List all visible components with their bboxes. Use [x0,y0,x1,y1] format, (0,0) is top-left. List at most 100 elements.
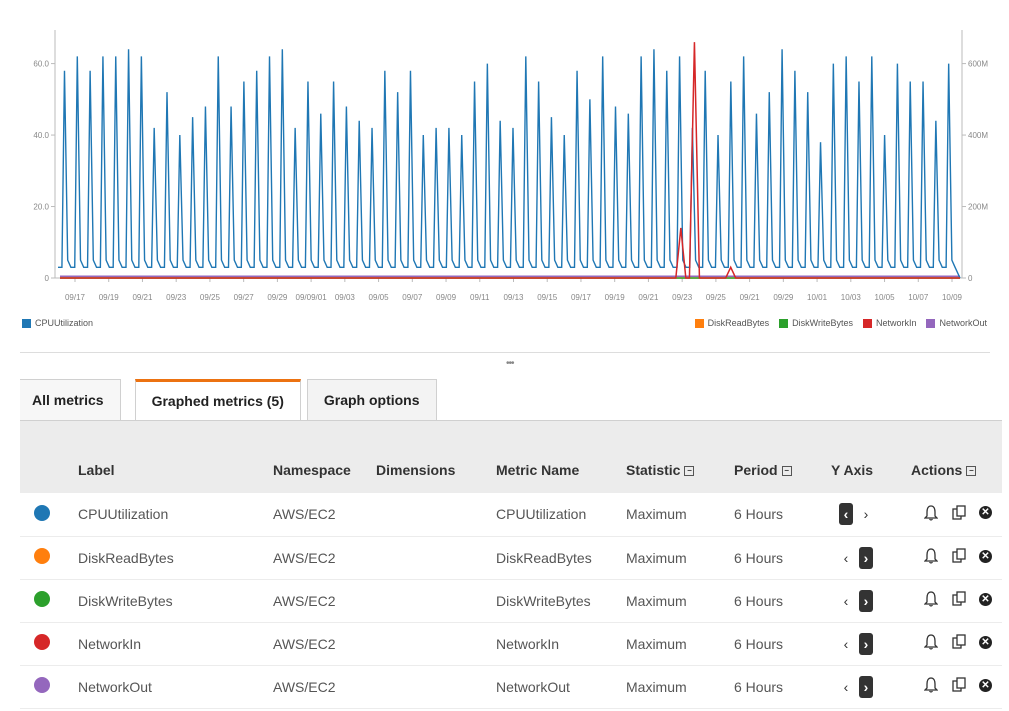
chevron-right-icon[interactable]: › [859,503,873,525]
row-actions: ✕ [911,536,1002,579]
x-tick-label: 09/09 [436,293,457,300]
row-statistic[interactable]: Maximum [626,665,734,708]
x-tick-label: 09/29 [773,293,794,300]
x-tick-label: 09/19 [605,293,626,300]
row-namespace: AWS/EC2 [273,506,336,523]
row-metric-name: CPUUtilization [496,506,587,523]
table-row: CPUUtilization AWS/EC2 CPUUtilization Ma… [20,493,1002,536]
legend-entry-networkout[interactable]: NetworkOut [926,318,987,328]
header-actions[interactable]: Actions − [911,421,1002,493]
row-label[interactable]: NetworkOut [78,665,273,708]
legend-entry-networkin[interactable]: NetworkIn [862,318,917,328]
row-statistic[interactable]: Maximum [626,536,734,579]
sort-dropdown-icon[interactable]: − [781,466,792,477]
panel-divider [20,352,990,353]
row-period[interactable]: 6 Hours [734,493,831,536]
graphed-metrics-table: Label Namespace Dimensions Metric Name S… [20,421,1002,709]
row-y-axis: ‹ › [831,622,911,665]
metrics-line-chart: 0 20.0 40.0 60.0 0 200M 400M 600M 09/17 09/19 09/2… [33,30,988,300]
y-left-tick-label: 40.0 [33,131,49,140]
x-tick-label: 09/17 [571,293,592,300]
chevron-right-icon[interactable]: › [859,675,873,698]
header-statistic[interactable]: Statistic − [626,421,734,493]
bell-icon[interactable] [923,591,939,607]
header-period[interactable]: Period − [734,421,831,493]
row-label[interactable]: DiskReadBytes [78,536,273,579]
chevron-right-icon[interactable]: › [859,546,873,569]
bell-icon[interactable] [923,677,939,693]
remove-icon[interactable]: ✕ [979,635,992,649]
legend-label-networkin: NetworkIn [875,318,917,328]
row-label[interactable]: DiskWriteBytes [78,579,273,622]
y-left-tick-label: 0 [45,274,50,283]
header-dimensions: Dimensions [376,462,456,478]
row-label[interactable]: NetworkIn [78,622,273,665]
row-dimensions [376,493,496,536]
table-row: DiskWriteBytes AWS/EC2 DiskWriteBytes Ma… [20,579,1002,622]
remove-icon[interactable]: ✕ [979,592,992,606]
remove-icon[interactable]: ✕ [979,549,992,563]
color-swatch-networkout[interactable] [34,677,50,693]
row-statistic[interactable]: Maximum [626,622,734,665]
chevron-left-icon[interactable]: ‹ [839,633,853,655]
x-tick-label: 09/25 [200,293,221,300]
bell-icon[interactable] [923,505,939,521]
bell-icon[interactable] [923,634,939,650]
row-period[interactable]: 6 Hours [734,665,831,708]
legend-label-cpuutilization[interactable]: CPUUtilization [35,318,93,328]
legend-entry-diskreadbytes[interactable]: DiskReadBytes [694,318,769,328]
resize-handle[interactable]: ••• [506,358,514,369]
x-tick-label: 09/15 [537,293,558,300]
row-statistic[interactable]: Maximum [626,493,734,536]
x-tick-label: 09/25 [706,293,727,300]
row-actions: ✕ [911,493,1002,536]
row-dimensions [376,536,496,579]
sort-dropdown-icon[interactable]: − [966,466,977,477]
copy-icon[interactable] [951,677,967,693]
copy-icon[interactable] [951,591,967,607]
table-row: NetworkOut AWS/EC2 NetworkOut Maximum 6 … [20,665,1002,708]
x-tick-label: 09/19 [99,293,120,300]
color-swatch-cpuutilization[interactable] [34,504,50,521]
sort-dropdown-icon[interactable]: − [684,466,695,477]
graph-panel: 0 20.0 40.0 60.0 0 200M 400M 600M 09/17 09/19 09/2… [0,0,1009,360]
tab-graph-options[interactable]: Graph options [306,379,437,421]
y-right-tick-label: 400M [968,131,988,140]
color-swatch-diskwritebytes[interactable] [34,591,50,607]
copy-icon[interactable] [951,548,967,564]
chevron-left-icon[interactable]: ‹ [839,547,853,569]
tab-all-metrics[interactable]: All metrics [20,379,121,421]
tab-graphed-metrics[interactable]: Graphed metrics (5) [134,379,301,421]
bell-icon[interactable] [923,548,939,564]
row-period[interactable]: 6 Hours [734,622,831,665]
remove-icon[interactable]: ✕ [979,678,992,692]
legend-swatch-cpuutilization [22,318,31,328]
row-period[interactable]: 6 Hours [734,579,831,622]
x-tick-label: 10/01 [807,293,828,300]
x-tick-label: 09/21 [132,293,153,300]
legend-label-networkout: NetworkOut [939,318,987,328]
row-period[interactable]: 6 Hours [734,536,831,579]
legend-entry-diskwritebytes[interactable]: DiskWriteBytes [779,318,853,328]
chevron-right-icon[interactable]: › [859,632,873,655]
header-statistic-label: Statistic [626,462,681,478]
row-dimensions [376,665,496,708]
graphed-metrics-table-wrap: Label Namespace Dimensions Metric Name S… [20,420,1002,711]
row-label[interactable]: CPUUtilization [78,493,273,536]
color-swatch-networkin[interactable] [34,634,50,650]
copy-icon[interactable] [951,505,967,521]
x-tick-label: 09/13 [503,293,524,300]
remove-icon[interactable]: ✕ [979,506,992,520]
chevron-left-icon[interactable]: ‹ [839,503,853,526]
y-right-tick-label: 200M [968,203,988,212]
x-tick-label: 09/21 [740,293,761,300]
row-statistic[interactable]: Maximum [626,579,734,622]
row-y-axis: ‹ › [831,536,911,579]
chevron-left-icon[interactable]: ‹ [839,676,853,698]
copy-icon[interactable] [951,634,967,650]
chevron-left-icon[interactable]: ‹ [839,590,853,612]
x-tick-label: 09/11 [470,293,490,300]
color-swatch-diskreadbytes[interactable] [34,548,50,564]
row-color-cell [20,579,78,622]
chevron-right-icon[interactable]: › [859,589,873,612]
